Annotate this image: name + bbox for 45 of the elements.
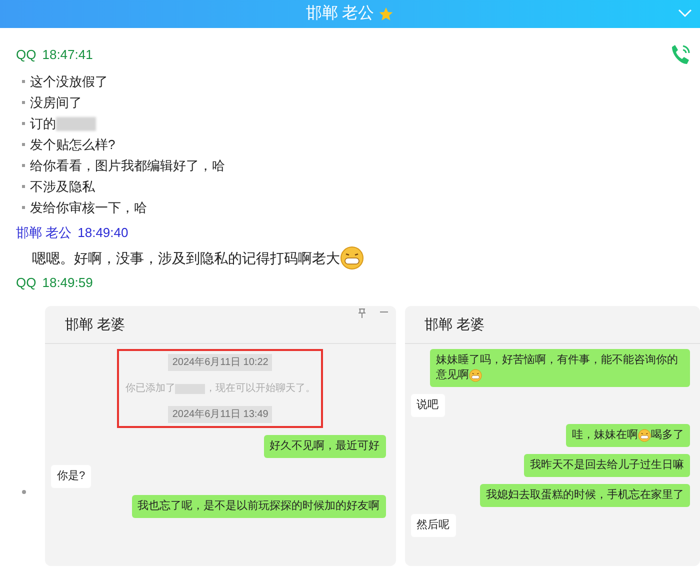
sender-name: 邯郸 老公: [16, 224, 72, 242]
bullet-icon: [22, 164, 25, 167]
message-text: 订的: [30, 114, 56, 133]
message-time: 18:47:41: [42, 46, 93, 64]
bullet-icon: [22, 122, 25, 125]
message-text: 不涉及隐私: [30, 178, 95, 196]
bullet-icon: [22, 206, 25, 209]
message-bubble: 你是?: [50, 465, 92, 488]
phone-icon[interactable]: [670, 42, 692, 66]
minimize-icon[interactable]: [380, 311, 388, 313]
message-text: 给你看看，图片我都编辑好了，哈: [30, 156, 225, 175]
message-text: 没房间了: [30, 94, 82, 112]
message-bubble: 然后呢: [410, 514, 456, 537]
message-bubble: 妹妹睡了吗，好苦恼啊，有件事，能不能咨询你的意见啊: [430, 349, 690, 387]
star-icon: [378, 6, 394, 22]
sender-name: QQ: [16, 274, 36, 292]
system-notice: 你已添加了: [125, 382, 176, 396]
chat-title: 邯郸 老婆: [424, 315, 485, 334]
message-text: 发给你审核一下，哈: [30, 198, 147, 217]
date-chip: 2024年6月11日 10:22: [168, 354, 272, 371]
message-text: 这个没放假了: [30, 72, 108, 91]
sender-name: QQ: [16, 46, 36, 64]
message-bubble: 哇，妹妹在啊 喝多了: [566, 424, 690, 447]
bullet-icon: [22, 101, 25, 104]
bullet-icon: [22, 80, 25, 83]
grin-emoji-icon: [469, 368, 482, 382]
message-bubble: 我昨天不是回去给儿子过生日嘛: [524, 454, 690, 477]
pin-icon[interactable]: [358, 308, 366, 318]
bullet-icon: [22, 143, 25, 146]
message-bubble: 我媳妇去取蛋糕的时候，手机忘在家里了: [480, 484, 690, 507]
message-time: 18:49:59: [42, 274, 93, 292]
bullet-icon: [22, 185, 25, 188]
chevron-down-icon[interactable]: [678, 8, 692, 18]
system-notice: ，现在可以开始聊天了。: [205, 382, 316, 396]
window-title: 邯郸 老公: [306, 4, 374, 24]
message-text: 发个贴怎么样?: [30, 136, 116, 154]
grin-emoji-icon: [638, 428, 652, 442]
message-time: 18:49:40: [78, 224, 128, 242]
date-chip: 2024年6月11日 13:49: [168, 406, 272, 423]
message-bubble: 说吧: [410, 394, 445, 417]
message-bubble: 好久不见啊，最近可好: [264, 435, 386, 458]
bullet-icon: [22, 490, 26, 494]
message-bubble: 我也忘了呢，是不是以前玩探探的时候加的好友啊: [132, 495, 386, 518]
chat-title: 邯郸 老婆: [64, 315, 125, 334]
message-text: 嗯嗯。好啊，没事，涉及到隐私的记得打码啊老大: [32, 248, 340, 268]
